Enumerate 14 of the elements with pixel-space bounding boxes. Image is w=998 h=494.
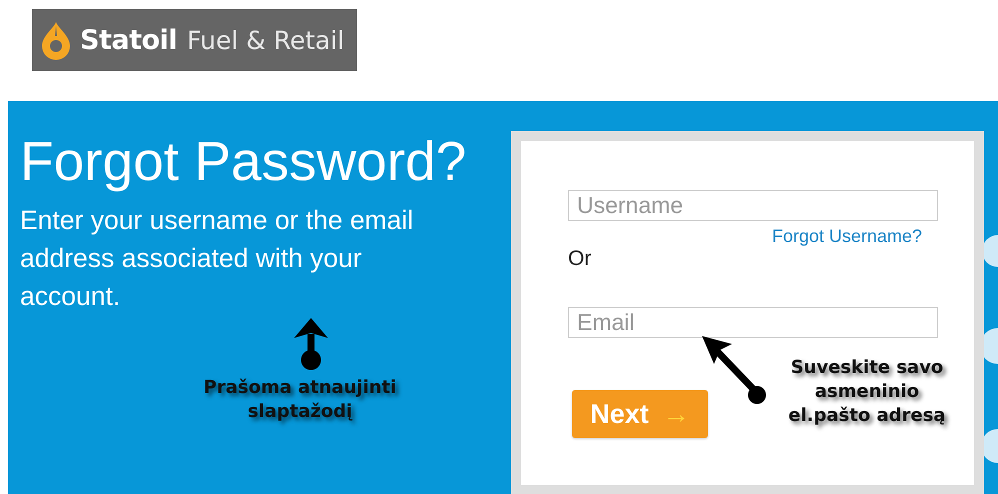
- annotation-text: Prašoma atnaujinti slaptažodį: [202, 376, 398, 424]
- brand-tagline: Fuel & Retail: [187, 26, 344, 54]
- username-field[interactable]: Username: [568, 190, 938, 221]
- arrow-pointer: [292, 318, 330, 370]
- forgot-username-link[interactable]: Forgot Username?: [772, 226, 922, 247]
- page-heading: Forgot Password?: [20, 129, 468, 193]
- flame-drop-icon: [40, 20, 72, 60]
- arrow-pointer: [700, 334, 768, 406]
- instructions-text: Enter your username or the email address associated with your account.: [20, 204, 414, 313]
- annotation-text: Suveskite savo asmeninio el.pašto adresą: [787, 356, 947, 428]
- or-separator: Or: [568, 247, 592, 271]
- next-button[interactable]: Next →: [572, 390, 708, 438]
- brand-name: Statoil: [80, 24, 178, 56]
- email-field[interactable]: Email: [568, 307, 938, 338]
